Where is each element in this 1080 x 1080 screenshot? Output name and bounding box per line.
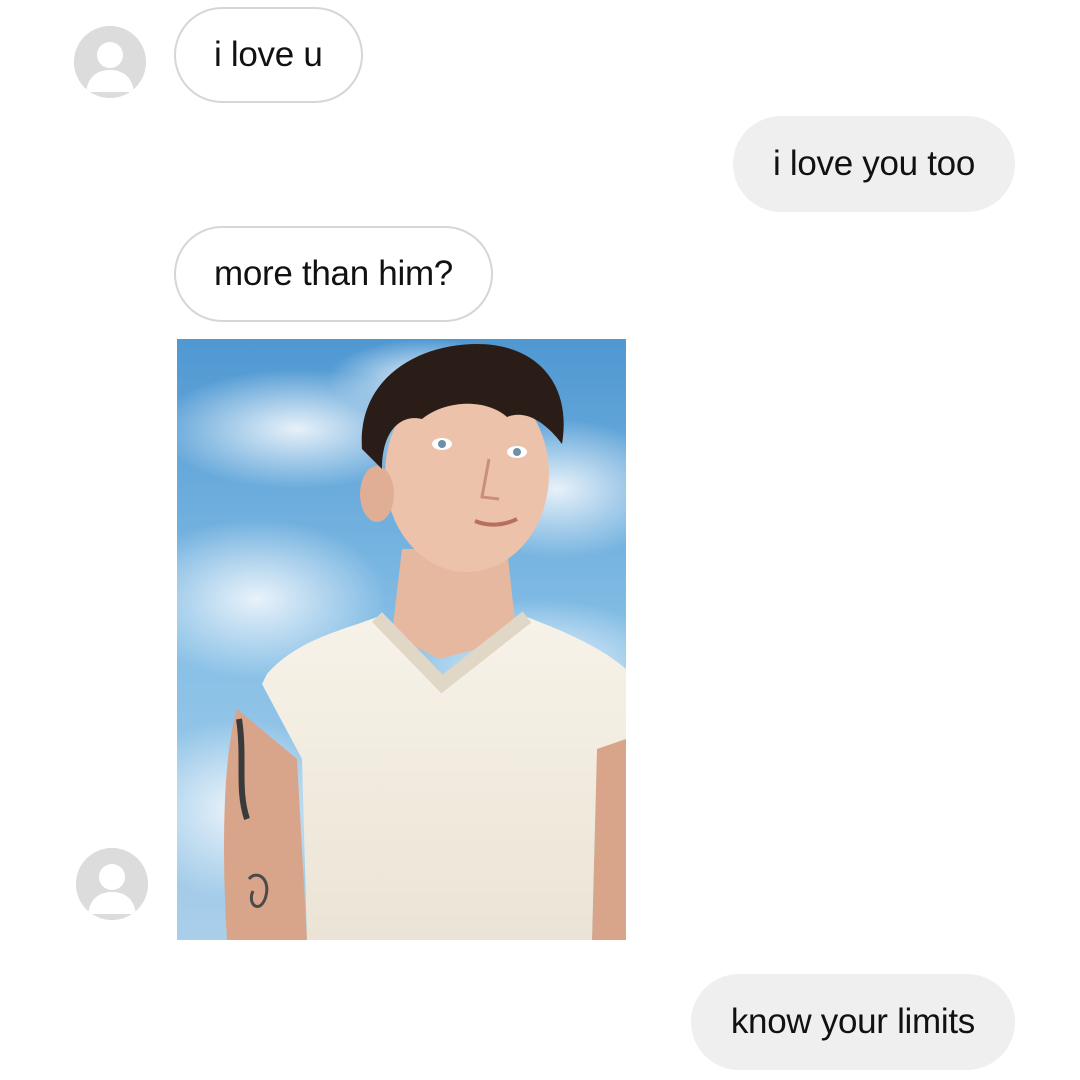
message-bubble-received[interactable]: i love u [174,7,363,103]
sender-avatar[interactable] [76,848,148,920]
photo-message[interactable] [177,339,626,940]
chat-thread: i love u i love you too more than him? k… [0,0,1080,1080]
message-text: i love you too [772,144,975,183]
message-bubble-received[interactable]: more than him? [174,226,493,322]
default-profile-icon [74,26,146,98]
message-text: know your limits [730,1002,975,1041]
default-profile-icon [76,848,148,920]
message-bubble-sent[interactable]: i love you too [732,116,1015,212]
message-bubble-sent[interactable]: know your limits [690,974,1015,1070]
message-text: i love u [214,35,323,74]
shared-photo [177,339,626,940]
sender-avatar[interactable] [74,26,146,98]
message-text: more than him? [214,254,453,293]
